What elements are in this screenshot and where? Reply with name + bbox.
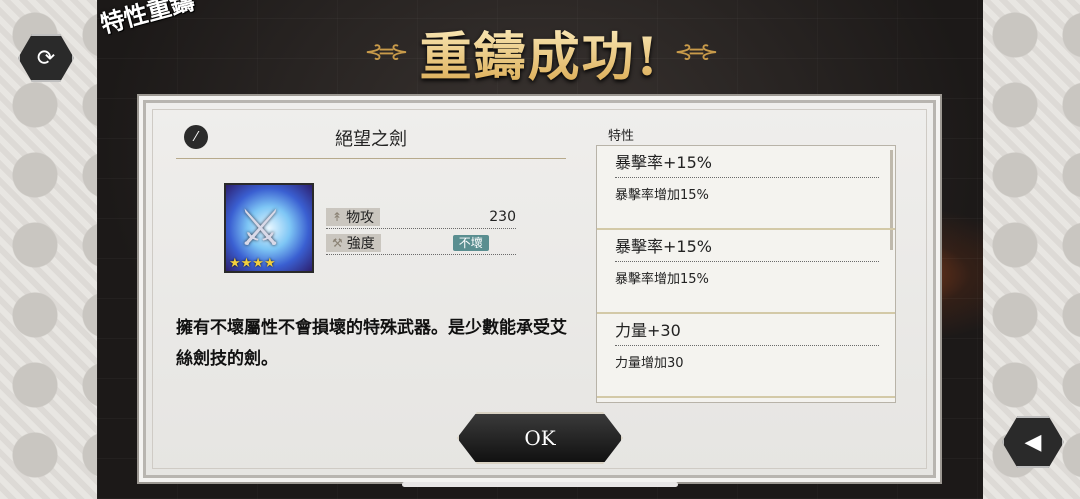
stat-durability: ⚒ 強度 不壞 bbox=[326, 231, 516, 255]
item-info: ⁄ 絕望之劍 ⚔ ★★★★ ↟ 物攻 230 ⚒ 強度 不壞 擁有不壞屬性不會損… bbox=[176, 123, 567, 369]
stat-value: 230 bbox=[489, 208, 516, 225]
durability-icon: ⚒ bbox=[332, 235, 343, 250]
refresh-icon: ⟳ bbox=[36, 45, 56, 71]
stat-label: 物攻 bbox=[346, 209, 375, 226]
ornament-right-icon: ⊰═⊱ bbox=[674, 39, 718, 65]
stat-label-chip: ⚒ 強度 bbox=[326, 233, 381, 252]
attack-icon: ↟ bbox=[332, 209, 343, 224]
trait-name: 暴擊率+15% bbox=[615, 234, 879, 262]
trait-item: 力量+30 力量增加30 bbox=[597, 314, 895, 398]
ornament-left-icon: ⊰═⊱ bbox=[364, 39, 408, 65]
item-thumbnail: ⚔ ★★★★ bbox=[224, 183, 314, 273]
sword-image-icon: ⚔ bbox=[238, 199, 283, 257]
item-description: 擁有不壞屬性不會損壞的特殊武器。是少數能承受艾絲劍技的劍。 bbox=[176, 318, 567, 369]
trait-description: 暴擊率增加15% bbox=[615, 272, 709, 287]
page-title: 重鑄成功! bbox=[420, 15, 661, 90]
trait-item: 暴擊率+15% 暴擊率增加15% bbox=[597, 146, 895, 230]
trait-name: 力量+30 bbox=[615, 318, 879, 346]
item-name: 絕望之劍 bbox=[335, 129, 407, 150]
speaker-icon: ◀ bbox=[1024, 429, 1042, 455]
stat-label-chip: ↟ 物攻 bbox=[326, 207, 381, 226]
trait-description: 力量增加30 bbox=[615, 356, 684, 371]
stat-attack: ↟ 物攻 230 bbox=[326, 205, 516, 229]
rarity-stars: ★★★★ bbox=[229, 256, 276, 271]
trait-item: 暴擊率+15% 暴擊率增加15% bbox=[597, 230, 895, 314]
traits-label: 特性 bbox=[608, 129, 635, 144]
title-banner: ⊰═⊱ 重鑄成功! ⊰═⊱ bbox=[300, 12, 780, 92]
indestructible-badge: 不壞 bbox=[452, 234, 489, 251]
home-indicator[interactable] bbox=[402, 482, 678, 487]
item-name-row: ⁄ 絕望之劍 bbox=[176, 123, 566, 159]
traits-list[interactable]: 暴擊率+15% 暴擊率增加15% 暴擊率+15% 暴擊率增加15% 力量+30 … bbox=[596, 145, 896, 403]
stat-label: 強度 bbox=[346, 235, 375, 252]
trait-name: 暴擊率+15% bbox=[615, 150, 879, 178]
trait-description: 暴擊率增加15% bbox=[615, 188, 709, 203]
ok-button[interactable]: OK bbox=[457, 412, 623, 464]
